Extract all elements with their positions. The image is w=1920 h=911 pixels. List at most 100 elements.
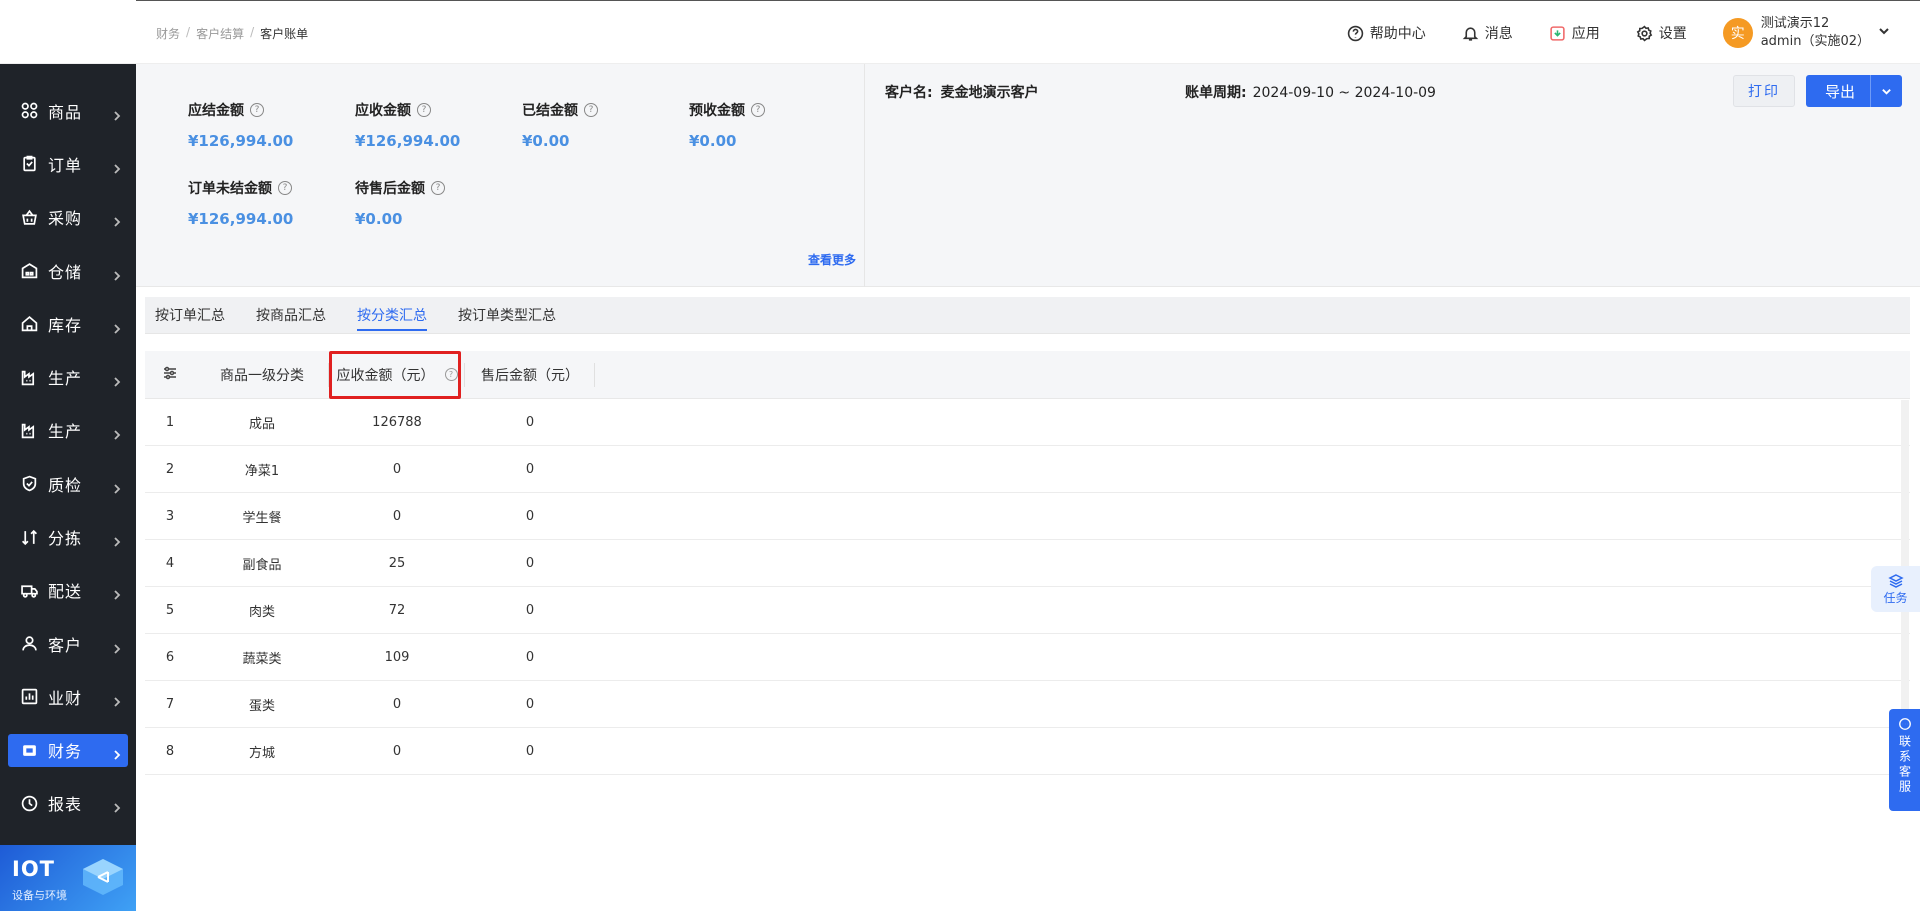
sidebar-item-label: 库存 <box>48 315 83 335</box>
question-icon[interactable]: ? <box>278 181 292 195</box>
sidebar-item-quality[interactable]: 质检 <box>0 457 136 510</box>
tab-by-category[interactable]: 按分类汇总 <box>357 297 427 334</box>
row-category: 方城 <box>248 745 275 761</box>
sidebar-item-label: 订单 <box>48 155 83 175</box>
question-icon[interactable]: ? <box>431 181 445 195</box>
question-icon[interactable]: ? <box>250 103 264 117</box>
row-amount: 25 <box>388 555 406 571</box>
customer-label: 客户名: <box>885 85 933 101</box>
logo-area <box>0 0 136 64</box>
chevron-right-icon <box>112 425 122 441</box>
sidebar-item-orders[interactable]: 订单 <box>0 137 136 190</box>
sliders-icon <box>162 365 178 385</box>
table-row: 5 肉类 72 0 <box>145 587 1910 634</box>
bell-icon <box>1462 26 1478 41</box>
sidebar-item-production[interactable]: 生产 <box>0 350 136 403</box>
sidebar-item-label: 分拣 <box>48 529 83 549</box>
tab-by-product[interactable]: 按商品汇总 <box>256 297 326 334</box>
header-aftersale-label: 售后金额（元） <box>481 367 579 384</box>
breadcrumb-item[interactable]: 财务 <box>156 25 180 42</box>
question-icon[interactable]: ? <box>417 103 431 117</box>
chevron-right-icon <box>112 212 122 227</box>
sidebar-item-label: 配送 <box>48 582 83 602</box>
user-account: admin（实施02） <box>1760 34 1870 49</box>
amount-metrics: 应结金额? ¥126,994.00 应收金额? ¥126,994.00 已结金额… <box>136 64 865 287</box>
sidebar-item-customer[interactable]: 客户 <box>0 617 136 670</box>
messages-button[interactable]: 消息 <box>1462 23 1513 43</box>
sidebar-item-storage[interactable]: 仓储 <box>0 244 136 297</box>
chevron-right-icon <box>112 372 122 387</box>
column-settings-button[interactable] <box>145 351 195 399</box>
export-dropdown-toggle[interactable] <box>1870 75 1902 107</box>
iot-banner[interactable]: IOT 设备与环境 <box>0 845 136 911</box>
chevron-right-icon <box>112 798 122 813</box>
row-category: 蛋类 <box>248 698 275 714</box>
table-row: 3 学生餐 0 0 <box>145 493 1910 540</box>
metric-prepaid-amount: 预收金额? ¥0.00 <box>689 100 765 150</box>
iot-title: IOT <box>12 857 55 881</box>
question-icon[interactable]: ? <box>751 103 765 117</box>
row-index: 3 <box>165 508 175 524</box>
settings-button[interactable]: 设置 <box>1636 23 1687 43</box>
chart-icon <box>20 688 38 706</box>
user-menu[interactable]: 实 测试演示12 admin（实施02） <box>1722 15 1890 51</box>
customer-name: 麦金地演示客户 <box>940 85 1039 101</box>
row-category: 肉类 <box>248 604 275 620</box>
sidebar-item-goods[interactable]: 商品 <box>0 84 136 137</box>
apps-button[interactable]: 应用 <box>1549 23 1600 43</box>
chat-icon <box>1898 718 1911 730</box>
sidebar-item-production-2[interactable]: 生产 <box>0 404 136 457</box>
row-index: 8 <box>165 743 175 759</box>
sidebar-item-biz-finance[interactable]: 业财 <box>0 670 136 723</box>
sidebar-item-reports[interactable]: 报表 <box>0 777 136 830</box>
sidebar-item-inventory[interactable]: 库存 <box>0 297 136 350</box>
row-aftersale: 0 <box>525 461 535 477</box>
row-index: 7 <box>165 696 175 712</box>
tab-by-order-type[interactable]: 按订单类型汇总 <box>458 297 556 334</box>
truck-icon <box>20 581 38 599</box>
factory-icon <box>20 421 38 439</box>
metric-label: 应收金额 <box>355 103 411 119</box>
metric-settle-amount: 应结金额? ¥126,994.00 <box>188 100 293 150</box>
see-more-link[interactable]: 查看更多 <box>808 251 856 268</box>
task-float-button[interactable]: 任务 <box>1871 566 1920 612</box>
contact-service-button[interactable]: 联系客服 <box>1889 709 1920 811</box>
table-row: 6 蔬菜类 109 0 <box>145 634 1910 681</box>
help-center-label: 帮助中心 <box>1369 26 1426 42</box>
row-category: 净菜1 <box>244 463 280 479</box>
metric-label: 应结金额 <box>188 103 244 119</box>
tab-by-order[interactable]: 按订单汇总 <box>155 297 225 334</box>
row-amount: 109 <box>384 649 410 665</box>
metric-value: ¥126,994.00 <box>188 210 294 228</box>
sidebar-item-label: 采购 <box>48 209 83 229</box>
chevron-right-icon <box>112 266 122 281</box>
chevron-right-icon <box>112 479 122 494</box>
table-body: 1 成品 126788 0 2 净菜1 0 0 3 学生餐 0 0 4 副食品 … <box>145 399 1910 775</box>
user-icon <box>20 635 38 653</box>
metric-label: 待售后金额 <box>355 181 425 197</box>
breadcrumb-item[interactable]: 客户结算 <box>196 25 244 42</box>
sidebar-item-finance[interactable]: 财务 <box>8 733 128 767</box>
chevron-down-icon <box>1882 88 1891 95</box>
sidebar-item-delivery[interactable]: 配送 <box>0 564 136 617</box>
question-icon[interactable]: ? <box>584 103 598 117</box>
summary-tabs: 按订单汇总 按商品汇总 按分类汇总 按订单类型汇总 <box>145 297 1910 334</box>
chevron-right-icon <box>112 106 122 121</box>
sidebar-item-label: 业财 <box>48 688 83 708</box>
export-button[interactable]: 导出 <box>1806 75 1902 107</box>
question-icon[interactable]: ? <box>444 368 458 381</box>
chevron-right-icon <box>112 159 122 174</box>
row-index: 4 <box>165 555 175 571</box>
help-center-button[interactable]: 帮助中心 <box>1347 23 1426 43</box>
app-download-icon <box>1550 25 1565 41</box>
avatar: 实 <box>1722 18 1753 48</box>
print-button[interactable]: 打印 <box>1733 75 1795 107</box>
sidebar-item-sorting[interactable]: 分拣 <box>0 510 136 563</box>
row-aftersale: 0 <box>525 743 535 759</box>
sidebar-item-purchase[interactable]: 采购 <box>0 191 136 244</box>
breadcrumb-separator: / <box>186 25 191 39</box>
row-index: 5 <box>165 602 175 618</box>
header-amount-label: 应收金额（元） <box>336 367 435 384</box>
header-category-label: 商品一级分类 <box>220 367 304 384</box>
task-label: 任务 <box>1883 590 1908 605</box>
